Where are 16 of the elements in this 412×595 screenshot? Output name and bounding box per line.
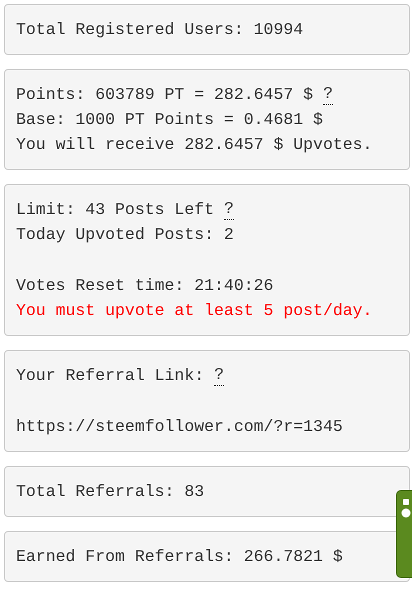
info-text: Total Referrals: 83 bbox=[16, 481, 204, 503]
info-text: Points: 603789 PT = 282.6457 $ bbox=[16, 84, 314, 106]
info-text: Earned From Referrals: 266.7821 $ bbox=[16, 546, 343, 568]
info-text: Today Upvoted Posts: 2 bbox=[16, 224, 234, 246]
help-link[interactable]: ? bbox=[214, 365, 224, 386]
warning-text: You must upvote at least 5 post/day. bbox=[16, 300, 372, 322]
info-text: You will receive 282.6457 $ Upvotes. bbox=[16, 134, 372, 156]
info-text: Your Referral Link: bbox=[16, 365, 204, 387]
info-text: Votes Reset time: 21:40:26 bbox=[16, 275, 274, 297]
info-text: Limit: 43 Posts Left bbox=[16, 199, 214, 221]
info-text: Total Registered Users: 10994 bbox=[16, 19, 304, 41]
help-link[interactable]: ? bbox=[224, 199, 234, 220]
feedback-tab[interactable] bbox=[396, 490, 412, 578]
help-link[interactable]: ? bbox=[323, 84, 333, 105]
info-text: Base: 1000 PT Points = 0.4681 $ bbox=[16, 109, 323, 131]
info-text: https://steemfollower.com/?r=1345 bbox=[16, 416, 343, 438]
